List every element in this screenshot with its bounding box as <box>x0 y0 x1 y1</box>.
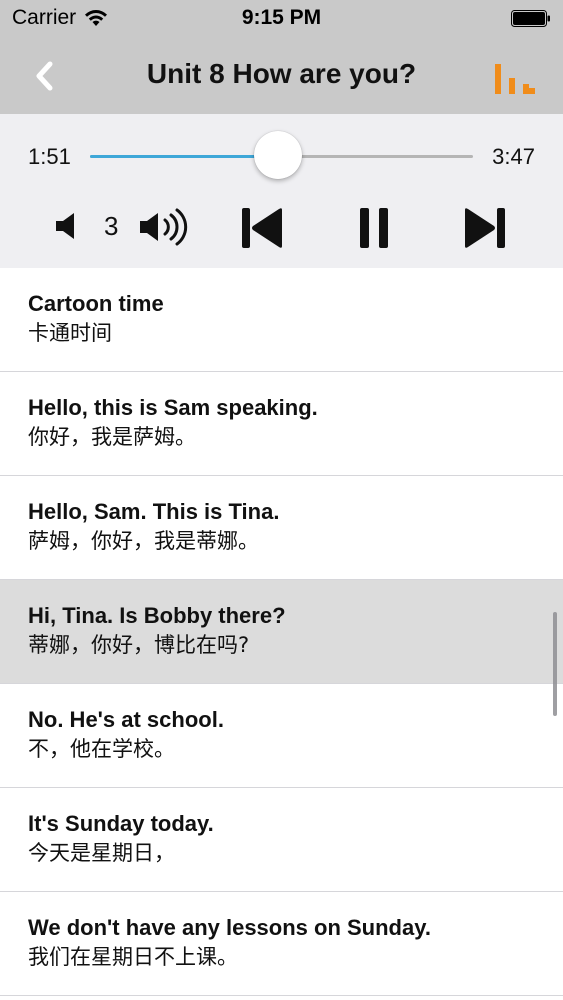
status-bar: Carrier 9:15 PM <box>0 0 563 38</box>
lyric-row-current[interactable]: Hi, Tina. Is Bobby there? 蒂娜，你好，博比在吗? <box>0 580 563 684</box>
volume-level: 3 <box>104 211 119 241</box>
lyric-english: We don't have any lessons on Sunday. <box>28 915 431 940</box>
lyric-chinese: 萨姆，你好，我是蒂娜。 <box>28 529 259 553</box>
lyric-chinese: 今天是星期日， <box>28 841 175 865</box>
scroll-indicator[interactable] <box>553 612 557 716</box>
next-track-icon[interactable] <box>462 207 508 249</box>
previous-track-icon[interactable] <box>239 207 285 249</box>
lyric-chinese: 你好，我是萨姆。 <box>28 425 196 449</box>
volume-up-icon[interactable] <box>138 206 190 248</box>
navigation-bar: Unit 8 How are you? <box>0 38 563 114</box>
lyrics-player-screen: Carrier 9:15 PM Unit 8 How are you? 1:51… <box>0 0 563 1000</box>
lyric-row[interactable]: It's Sunday today. 今天是星期日， <box>0 788 563 892</box>
page-title: Unit 8 How are you? <box>146 58 417 89</box>
total-time: 3:47 <box>492 144 535 169</box>
equalizer-icon[interactable] <box>493 60 537 98</box>
elapsed-time: 1:51 <box>28 144 71 169</box>
lyric-english: Cartoon time <box>28 291 164 316</box>
progress-slider-thumb[interactable] <box>253 131 302 179</box>
lyric-chinese: 卡通时间 <box>28 321 112 345</box>
status-time: 9:15 PM <box>241 6 322 29</box>
progress-slider[interactable] <box>90 131 473 179</box>
audio-player: 1:51 3:47 3 <box>0 114 563 268</box>
volume-down-icon[interactable] <box>54 210 80 242</box>
lyrics-list[interactable]: Cartoon time 卡通时间 Hello, this is Sam spe… <box>0 268 563 1000</box>
lyric-row[interactable]: We don't have any lessons on Sunday. 我们在… <box>0 892 563 996</box>
lyric-row[interactable]: Cartoon time 卡通时间 <box>0 268 563 372</box>
lyric-english: No. He's at school. <box>28 707 224 732</box>
lyric-row[interactable]: Hello, Sam. This is Tina. 萨姆，你好，我是蒂娜。 <box>0 476 563 580</box>
battery-icon <box>511 10 550 27</box>
lyric-english: Hello, this is Sam speaking. <box>28 395 318 420</box>
lyric-chinese: 我们在星期日不上课。 <box>28 945 238 969</box>
pause-icon[interactable] <box>358 207 390 249</box>
lyric-row[interactable]: Hello, this is Sam speaking. 你好，我是萨姆。 <box>0 372 563 476</box>
progress-slider-fill <box>90 155 278 158</box>
lyric-row[interactable]: No. He's at school. 不，他在学校。 <box>0 684 563 788</box>
lyric-english: Hi, Tina. Is Bobby there? <box>28 603 286 628</box>
lyric-chinese: 不，他在学校。 <box>28 737 175 761</box>
lyric-english: It's Sunday today. <box>28 811 214 836</box>
lyric-english: Hello, Sam. This is Tina. <box>28 499 280 524</box>
lyric-chinese: 蒂娜，你好，博比在吗? <box>28 633 250 657</box>
